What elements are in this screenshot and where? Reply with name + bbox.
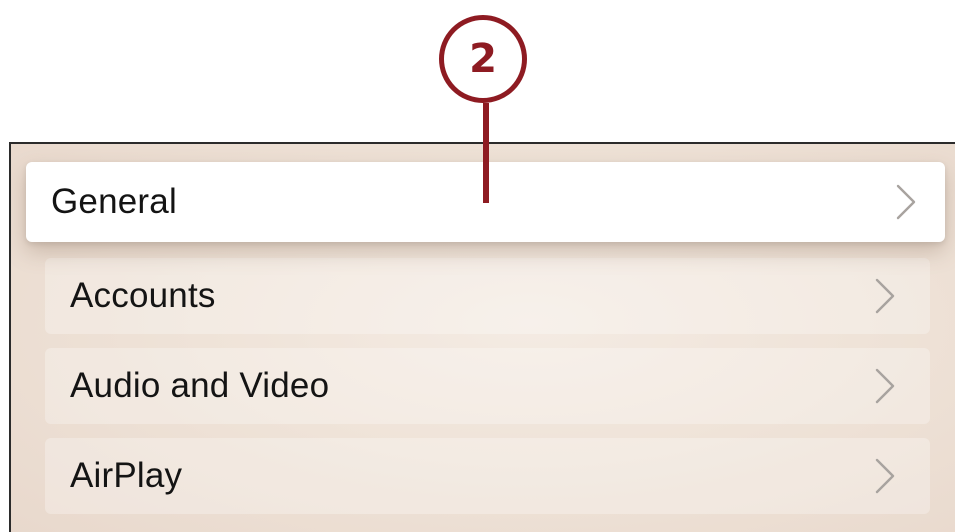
settings-screen: General Accounts Audio and Video AirPlay [9, 142, 955, 532]
menu-item-label: Audio and Video [70, 366, 330, 405]
chevron-right-icon [872, 276, 898, 316]
menu-item-accounts[interactable]: Accounts [45, 258, 930, 334]
callout-number: 2 [469, 36, 497, 82]
menu-item-airplay[interactable]: AirPlay [45, 438, 930, 514]
chevron-right-icon [872, 366, 898, 406]
chevron-right-icon [893, 182, 919, 222]
menu-item-audio-and-video[interactable]: Audio and Video [45, 348, 930, 424]
callout-marker: 2 [439, 15, 527, 103]
menu-item-label: General [51, 182, 177, 221]
chevron-right-icon [872, 456, 898, 496]
menu-item-label: Accounts [70, 276, 216, 315]
tvos-settings-screenshot: 2 General Accounts Audio and Video AirPl… [0, 0, 955, 532]
menu-item-label: AirPlay [70, 456, 183, 495]
callout-pointer-line [483, 103, 489, 203]
